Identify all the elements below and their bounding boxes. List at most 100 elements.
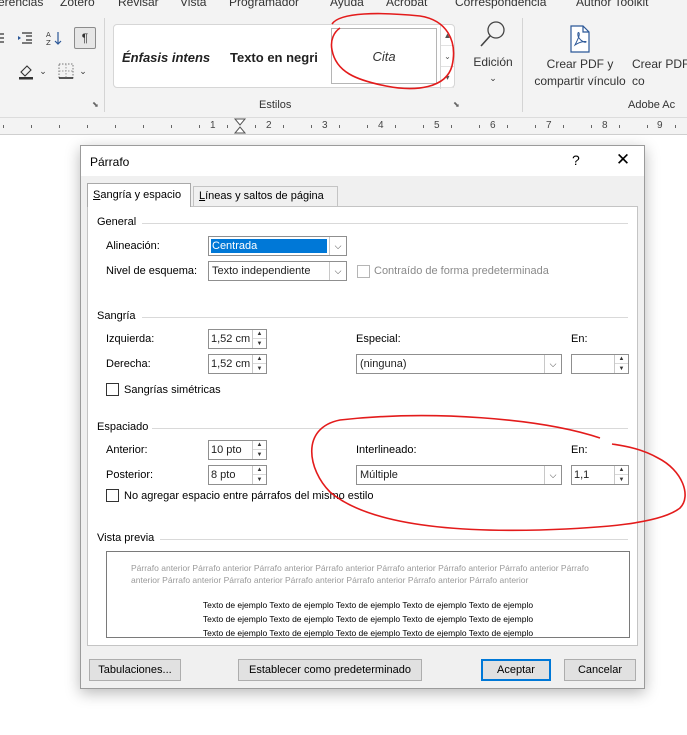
- show-formatting-icon[interactable]: ¶: [74, 27, 96, 49]
- tab-vista[interactable]: Vista: [180, 0, 206, 9]
- tab-ayuda[interactable]: Ayuda: [330, 0, 364, 9]
- ruler-number: 3: [322, 120, 328, 131]
- styles-group-label: Estilos: [259, 99, 292, 111]
- tab-referencias[interactable]: erencias: [0, 0, 43, 9]
- tabs-button[interactable]: Tabulaciones...: [89, 659, 181, 681]
- indent-right-spinner[interactable]: 1,52 cm ▲ ▼: [208, 354, 267, 374]
- close-icon[interactable]: ✕: [613, 150, 633, 170]
- ribbon: erencias Zotero Revisar Vista Programado…: [0, 0, 687, 118]
- section-title-general: General: [97, 216, 137, 228]
- spin-down-icon[interactable]: ▼: [253, 450, 266, 459]
- alignment-select[interactable]: Centrada ⌵: [208, 236, 347, 256]
- no-space-same-style-label: No agregar espacio entre párrafos del mi…: [124, 490, 374, 502]
- chevron-down-icon[interactable]: ⌵: [329, 237, 346, 255]
- space-before-label: Anterior:: [106, 444, 148, 456]
- outline-level-value: Texto independiente: [212, 265, 311, 277]
- line-spacing-at-spinner[interactable]: 1,1 ▲ ▼: [571, 465, 629, 485]
- spin-down-icon[interactable]: ▼: [253, 475, 266, 484]
- shading-icon[interactable]: [16, 62, 36, 80]
- indent-marker-icon[interactable]: [233, 118, 247, 135]
- spin-up-icon[interactable]: ▲: [253, 466, 266, 475]
- list-icon[interactable]: [0, 30, 8, 46]
- spin-up-icon[interactable]: ▲: [253, 330, 266, 339]
- dialog-titlebar[interactable]: Párrafo ? ✕: [81, 146, 644, 176]
- adobe-group-label: Adobe Ac: [628, 99, 676, 111]
- ok-button[interactable]: Aceptar: [481, 659, 551, 681]
- indent-right-value: 1,52 cm: [211, 358, 251, 370]
- ruler-number: 1: [210, 120, 216, 131]
- chevron-down-icon[interactable]: ⌵: [544, 466, 561, 484]
- styles-gallery: Énfasis intens Texto en negri Cita ▲ ⌄ ▾: [113, 24, 455, 89]
- spin-up-icon[interactable]: ▲: [253, 355, 266, 364]
- no-space-same-style-checkbox[interactable]: [106, 489, 119, 502]
- svg-text:A: A: [46, 31, 51, 39]
- help-button[interactable]: ?: [572, 152, 580, 168]
- set-default-button[interactable]: Establecer como predeterminado: [238, 659, 422, 681]
- spin-down-icon[interactable]: ▼: [253, 339, 266, 348]
- indent-by-label: En:: [571, 333, 588, 345]
- ruler-number: 7: [546, 120, 552, 131]
- tab-programador[interactable]: Programador: [229, 0, 299, 9]
- collapsed-checkbox[interactable]: [357, 265, 370, 278]
- spin-down-icon[interactable]: ▼: [615, 364, 628, 373]
- gallery-down-icon[interactable]: ⌄: [441, 46, 454, 67]
- create-pdf-button[interactable]: Crear PDF co: [632, 56, 687, 90]
- spin-up-icon[interactable]: ▲: [615, 355, 628, 364]
- tab-revisar[interactable]: Revisar: [118, 0, 159, 9]
- special-label: Especial:: [356, 333, 401, 345]
- style-texto-en-negrita[interactable]: Texto en negri: [230, 25, 318, 89]
- section-title-preview: Vista previa: [97, 532, 155, 544]
- pdf-icon[interactable]: [566, 24, 594, 54]
- tab-panel: General Alineación: Centrada ⌵ Nivel de …: [87, 206, 638, 646]
- space-before-spinner[interactable]: 10 pto ▲ ▼: [208, 440, 267, 460]
- ribbon-separator: [104, 18, 105, 112]
- chevron-down-icon[interactable]: ⌵: [544, 355, 561, 373]
- ruler-number: 8: [602, 120, 608, 131]
- ruler-number: 9: [657, 120, 663, 131]
- create-pdf-share-button[interactable]: Crear PDF y compartir vínculo: [530, 56, 630, 90]
- spin-down-icon[interactable]: ▼: [253, 364, 266, 373]
- indent-by-spinner[interactable]: ▲ ▼: [571, 354, 629, 374]
- space-before-value: 10 pto: [211, 444, 242, 456]
- styles-launcher-icon[interactable]: ⬊: [453, 100, 460, 109]
- mirror-indents-checkbox[interactable]: [106, 383, 119, 396]
- indent-left-label: Izquierda:: [106, 333, 155, 345]
- tab-label: angría y espacio: [100, 189, 182, 201]
- edit-search-icon[interactable]: [478, 18, 508, 50]
- increase-indent-icon[interactable]: [16, 30, 34, 46]
- tab-author-toolkit[interactable]: Author Toolkit: [576, 0, 649, 9]
- style-enfasis-intenso[interactable]: Énfasis intens: [122, 25, 210, 89]
- spin-up-icon[interactable]: ▲: [615, 466, 628, 475]
- indent-left-spinner[interactable]: 1,52 cm ▲ ▼: [208, 329, 267, 349]
- shading-dropdown-icon[interactable]: ⌄: [38, 64, 48, 78]
- line-spacing-select[interactable]: Múltiple ⌵: [356, 465, 562, 485]
- borders-dropdown-icon[interactable]: ⌄: [78, 64, 88, 78]
- tab-lineas-saltos[interactable]: Líneas y saltos de página: [193, 186, 338, 206]
- paragraph-launcher-icon[interactable]: ⬊: [92, 100, 99, 109]
- tab-acrobat[interactable]: Acrobat: [386, 0, 427, 9]
- style-cita[interactable]: Cita: [331, 28, 437, 84]
- horizontal-ruler[interactable]: 1 2 3 4 5 6 7 8 9: [0, 118, 687, 135]
- tab-sangria-espacio[interactable]: Sangría y espacio: [87, 183, 191, 207]
- line-spacing-at-label: En:: [571, 444, 588, 456]
- section-divider: [142, 317, 628, 318]
- tab-correspondencia[interactable]: Correspondencia: [455, 0, 546, 9]
- spin-up-icon[interactable]: ▲: [253, 441, 266, 450]
- outline-level-select[interactable]: Texto independiente ⌵: [208, 261, 347, 281]
- borders-icon[interactable]: [56, 62, 76, 80]
- preview-previous-text: Párrafo anterior Párrafo anterior Párraf…: [131, 563, 589, 585]
- gallery-more-icon[interactable]: ▾: [441, 67, 454, 88]
- preview-sample-line: Texto de ejemplo Texto de ejemplo Texto …: [202, 628, 534, 638]
- spin-down-icon[interactable]: ▼: [615, 475, 628, 484]
- edit-dropdown-icon[interactable]: ⌄: [487, 72, 499, 84]
- tab-zotero[interactable]: Zotero: [60, 0, 95, 9]
- cancel-button[interactable]: Cancelar: [564, 659, 636, 681]
- chevron-down-icon[interactable]: ⌵: [329, 262, 346, 280]
- space-after-spinner[interactable]: 8 pto ▲ ▼: [208, 465, 267, 485]
- space-after-label: Posterior:: [106, 469, 154, 481]
- edit-button[interactable]: Edición: [470, 54, 516, 71]
- ribbon-separator: [522, 18, 523, 112]
- gallery-up-icon[interactable]: ▲: [441, 25, 454, 46]
- sort-icon[interactable]: AZ: [44, 29, 64, 47]
- special-select[interactable]: (ninguna) ⌵: [356, 354, 562, 374]
